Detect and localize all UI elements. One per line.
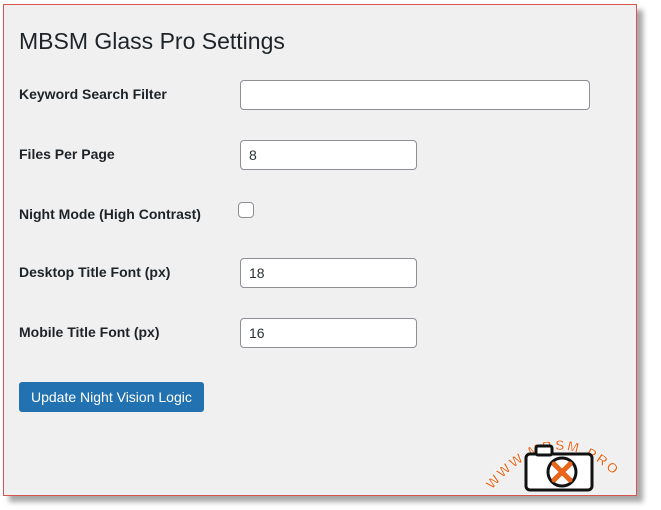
desktop-title-font-label: Desktop Title Font (px)	[19, 264, 171, 280]
page-title: MBSM Glass Pro Settings	[19, 28, 285, 54]
desktop-title-font-input[interactable]	[240, 258, 417, 288]
files-per-page-input[interactable]	[240, 140, 417, 170]
keyword-filter-input[interactable]	[240, 80, 590, 110]
mbsm-watermark-logo: WWW.MBSM.PRO	[482, 437, 622, 493]
update-settings-button[interactable]: Update Night Vision Logic	[19, 382, 204, 412]
files-per-page-label: Files Per Page	[19, 146, 115, 162]
night-mode-checkbox[interactable]	[238, 202, 254, 218]
mobile-title-font-label: Mobile Title Font (px)	[19, 324, 160, 340]
keyword-filter-label: Keyword Search Filter	[19, 86, 167, 102]
night-mode-label: Night Mode (High Contrast)	[19, 206, 201, 222]
mobile-title-font-input[interactable]	[240, 318, 417, 348]
